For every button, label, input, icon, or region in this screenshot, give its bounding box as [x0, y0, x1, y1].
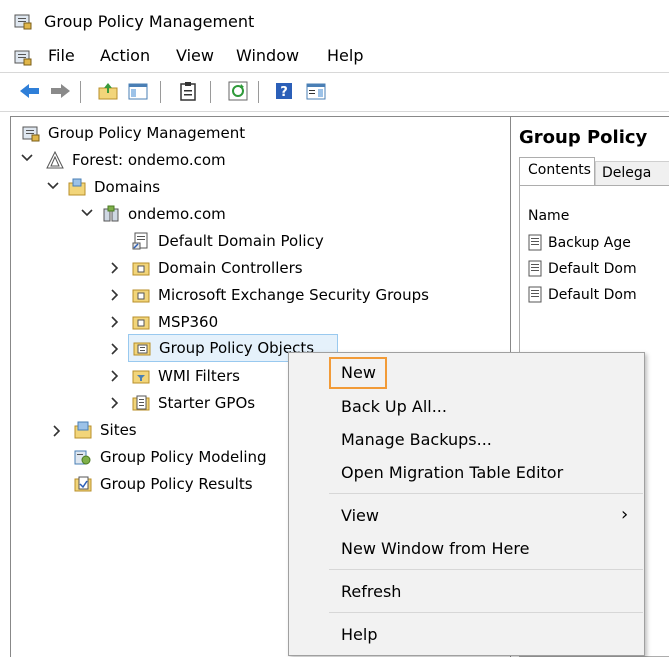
starter-gpo-folder-icon — [132, 394, 150, 412]
ou-folder-icon — [132, 313, 150, 331]
tree-item-msp360[interactable]: MSP360 — [132, 309, 218, 335]
app-menu-icon[interactable] — [14, 48, 32, 66]
domain-icon — [102, 205, 120, 223]
up-folder-icon[interactable] — [96, 79, 120, 103]
domains-label: Domains — [94, 178, 161, 196]
toolbar: ? — [0, 72, 669, 111]
menu-item-manage-backups[interactable]: Manage Backups... — [341, 430, 492, 449]
ou-folder-icon — [132, 286, 150, 304]
menu-item-view[interactable]: View — [341, 506, 379, 525]
column-header-name[interactable]: Name — [528, 208, 569, 224]
domains-icon — [68, 178, 86, 196]
tree-item-exchange-groups[interactable]: Microsoft Exchange Security Groups — [132, 282, 429, 308]
show-hide-tree-icon[interactable] — [126, 79, 150, 103]
tab-contents[interactable]: Contents — [519, 157, 595, 186]
list-item[interactable]: Default Dom — [526, 258, 637, 280]
tree-item-modeling[interactable]: Group Policy Modeling — [74, 444, 267, 470]
list-item[interactable]: Backup Age — [526, 232, 631, 254]
tree-item-results[interactable]: Group Policy Results — [74, 471, 253, 497]
app-icon — [14, 12, 32, 30]
list-item[interactable]: Default Dom — [526, 284, 637, 306]
tree-item-label: Starter GPOs — [158, 394, 256, 412]
tree-item-domain[interactable]: ondemo.com — [102, 201, 226, 227]
tree-item-label: MSP360 — [158, 313, 219, 331]
tree-item-label: Default Domain Policy — [158, 232, 324, 250]
tree-item-label: Microsoft Exchange Security Groups — [158, 286, 429, 304]
sites-icon — [74, 421, 92, 439]
forest-icon — [46, 150, 64, 169]
sites-label: Sites — [100, 421, 137, 439]
gpo-icon — [526, 260, 544, 278]
help-icon[interactable]: ? — [272, 79, 296, 103]
context-menu: New Back Up All... Manage Backups... Ope… — [288, 352, 645, 656]
gpo-icon — [526, 234, 544, 252]
gpo-folder-icon — [133, 339, 151, 357]
chevron-right-icon[interactable] — [108, 261, 122, 278]
properties-pane-icon[interactable] — [304, 79, 328, 103]
title-bar: Group Policy Management — [0, 0, 669, 42]
toolbar-divider — [0, 111, 669, 112]
tree-root[interactable]: Group Policy Management — [22, 120, 245, 146]
back-arrow-icon[interactable] — [18, 79, 42, 103]
ou-folder-icon — [132, 259, 150, 277]
chevron-right-icon[interactable] — [50, 424, 64, 441]
menu-item-new[interactable]: New — [341, 363, 376, 382]
menu-item-help[interactable]: Help — [341, 625, 377, 644]
chevron-right-icon[interactable] — [108, 342, 122, 359]
menu-bar: File Action View Window Help — [0, 42, 669, 72]
menu-item-migration-table-editor[interactable]: Open Migration Table Editor — [341, 463, 563, 482]
submenu-arrow-icon: › — [621, 504, 629, 525]
menu-separator — [329, 493, 643, 494]
chevron-down-icon[interactable] — [20, 152, 34, 166]
menu-view[interactable]: View — [176, 46, 214, 65]
results-icon — [74, 475, 92, 493]
tree-item-domains[interactable]: Domains — [68, 174, 160, 200]
toolbar-separator — [258, 81, 259, 103]
tree-item-starter-gpos[interactable]: Starter GPOs — [132, 390, 255, 416]
tree-item-wmi-filters[interactable]: WMI Filters — [132, 363, 240, 389]
svg-text:?: ? — [280, 85, 288, 100]
modeling-label: Group Policy Modeling — [100, 448, 267, 466]
tab-delegation[interactable]: Delega — [595, 161, 669, 186]
results-label: Group Policy Results — [100, 475, 253, 493]
menu-file[interactable]: File — [48, 46, 75, 65]
wmi-folder-icon — [132, 367, 150, 385]
tree-item-sites[interactable]: Sites — [74, 417, 137, 443]
chevron-right-icon[interactable] — [108, 396, 122, 413]
chevron-right-icon[interactable] — [108, 315, 122, 332]
tree-item-domain-controllers[interactable]: Domain Controllers — [132, 255, 303, 281]
menu-item-backup-all[interactable]: Back Up All... — [341, 397, 447, 416]
chevron-right-icon[interactable] — [108, 288, 122, 305]
window-title: Group Policy Management — [44, 12, 255, 31]
menu-action[interactable]: Action — [100, 46, 150, 65]
chevron-right-icon[interactable] — [108, 369, 122, 386]
tree-item-label: WMI Filters — [158, 367, 240, 385]
toolbar-separator — [80, 81, 81, 103]
menu-item-refresh[interactable]: Refresh — [341, 582, 401, 601]
chevron-down-icon[interactable] — [46, 180, 60, 194]
toolbar-separator — [210, 81, 211, 103]
clipboard-icon[interactable] — [176, 79, 200, 103]
gpm-console-icon — [22, 124, 40, 142]
domain-label: ondemo.com — [128, 205, 226, 223]
tree-root-label: Group Policy Management — [48, 124, 246, 142]
menu-separator — [329, 612, 643, 613]
modeling-icon — [74, 448, 92, 466]
details-title: Group Policy — [519, 127, 648, 148]
menu-separator — [329, 569, 643, 570]
refresh-icon[interactable] — [226, 79, 250, 103]
toolbar-separator — [160, 81, 161, 103]
menu-window[interactable]: Window — [236, 46, 299, 65]
gpo-icon — [526, 286, 544, 304]
menu-item-new-window[interactable]: New Window from Here — [341, 539, 529, 558]
menu-help[interactable]: Help — [327, 46, 363, 65]
forward-arrow-icon[interactable] — [48, 79, 72, 103]
tree-item-label: Domain Controllers — [158, 259, 303, 277]
tree-item-forest[interactable]: Forest: ondemo.com — [46, 147, 226, 173]
tree-item-default-domain-policy[interactable]: Default Domain Policy — [132, 228, 324, 254]
forest-label: Forest: ondemo.com — [72, 151, 226, 169]
gpo-link-icon — [132, 232, 150, 250]
chevron-down-icon[interactable] — [80, 207, 94, 221]
